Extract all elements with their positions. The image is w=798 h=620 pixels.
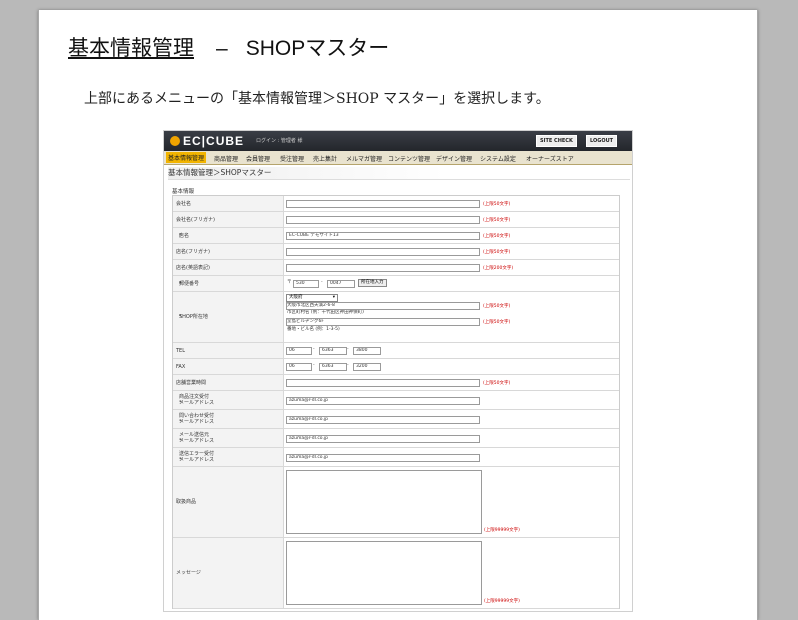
hint-limit: (上限50文字) <box>483 250 511 255</box>
shop-en-input[interactable] <box>286 264 480 272</box>
row-products: 取扱商品 (上限99999文字) <box>173 467 619 538</box>
products-textarea[interactable] <box>286 470 482 534</box>
address1-note: 市区町村名 (例：千代田区神田神保町) <box>287 310 364 315</box>
row-shop-en: 店名(英語表記) (上限200文字) <box>173 260 619 276</box>
chevron-down-icon: ▾ <box>332 295 335 300</box>
zip-separator: - <box>321 280 323 285</box>
site-check-button[interactable]: SITE CHECK <box>536 135 577 147</box>
address2-input[interactable] <box>286 318 480 326</box>
hint-limit: (上限50文字) <box>483 218 511 223</box>
fax1-input[interactable]: 06 <box>286 363 312 371</box>
prefecture-select[interactable]: 大阪府 ▾ <box>286 294 338 302</box>
fax-separator: - <box>347 363 349 368</box>
instruction-text: 上部にあるメニューの「基本情報管理＞SHOP マスター」を選択します。 <box>84 91 550 107</box>
zip1-input[interactable]: 530 <box>293 280 319 288</box>
label-hours: 店舗営業時間 <box>176 380 207 386</box>
row-inquiry-email: 問い合わせ受付 メールアドレス * azuma@r-dl.co.jp <box>173 410 619 429</box>
label-shop-kana: 店名(フリガナ) <box>176 249 210 255</box>
label-fax: FAX <box>176 364 186 370</box>
embedded-screenshot: EC|CUBE ログイン : 管理者 様 SITE CHECK LOGOUT 基… <box>163 130 633 612</box>
company-kana-input[interactable] <box>286 216 480 224</box>
app-header: EC|CUBE ログイン : 管理者 様 SITE CHECK LOGOUT <box>164 131 632 151</box>
label-company-name: 会社名 <box>176 201 192 207</box>
fax2-input[interactable]: 6363 <box>319 363 347 371</box>
row-company-name: 会社名 (上限50文字) <box>173 196 619 212</box>
nav-item-contents[interactable]: コンテンツ管理 <box>388 154 430 163</box>
hint-limit: (上限200文字) <box>483 266 514 271</box>
tel1-input[interactable]: 06 <box>286 347 312 355</box>
tel2-input[interactable]: 6363 <box>319 347 347 355</box>
row-zip: 郵便番号 * 〒 530 - 0047 所在地入力 <box>173 276 619 292</box>
label-shop-en: 店名(英語表記) <box>176 265 210 271</box>
hint-limit: (上限99999文字) <box>484 599 520 604</box>
breadcrumb: 基本情報管理＞SHOPマスター <box>168 167 630 180</box>
hint-limit: (上限50文字) <box>483 304 511 309</box>
fax3-input[interactable]: 3200 <box>353 363 381 371</box>
company-name-input[interactable] <box>286 200 480 208</box>
label-company-kana: 会社名(フリガナ) <box>176 217 215 223</box>
nav-item-owners-store[interactable]: オーナーズストア <box>526 154 574 163</box>
row-address: SHOP所在地 * 大阪府 ▾ 大阪市北区西天満2-6-8 市区町村名 (例：千代… <box>173 292 619 343</box>
shop-master-form: 会社名 (上限50文字) 会社名(フリガナ) (上限50文字) 店名 * EC-… <box>172 195 620 609</box>
hint-limit: (上限50文字) <box>483 381 511 386</box>
eccube-logo: EC|CUBE <box>170 134 244 148</box>
tel3-input[interactable]: 3800 <box>353 347 381 355</box>
title-dash: – <box>216 37 228 60</box>
nav-item-products[interactable]: 商品管理 <box>214 154 238 163</box>
address1-input[interactable] <box>286 302 480 310</box>
row-hours: 店舗営業時間 (上限50文字) <box>173 375 619 391</box>
row-message: メッセージ (上限99999文字) <box>173 538 619 609</box>
inquiry-email-input[interactable]: azuma@r-dl.co.jp <box>286 416 480 424</box>
login-status: ログイン : 管理者 様 <box>256 138 303 144</box>
address2-note: 番地・ビル名 (例：1-3-5) <box>287 327 340 332</box>
message-textarea[interactable] <box>286 541 482 605</box>
nav-item-mailmag[interactable]: メルマガ管理 <box>346 154 382 163</box>
document-page: 基本情報管理 – SHOPマスター 上部にあるメニューの「基本情報管理＞SHOP マ… <box>38 10 758 620</box>
shop-name-input[interactable]: EC-CUBE デモサイト13 <box>286 232 480 240</box>
error-email-input[interactable]: azuma@r-dl.co.jp <box>286 454 480 462</box>
label-tel: TEL <box>176 348 185 354</box>
section-heading: 基本情報 <box>172 189 195 195</box>
address-lookup-button[interactable]: 所在地入力 <box>358 279 387 287</box>
row-tel: TEL 06 - 6363 - 3800 <box>173 343 619 359</box>
hint-limit: (上限50文字) <box>483 234 511 239</box>
nav-item-sales[interactable]: 売上集計 <box>313 154 337 163</box>
hint-limit: (上限99999文字) <box>484 528 520 533</box>
row-shop-name: 店名 * EC-CUBE デモサイト13 (上限50文字) <box>173 228 619 244</box>
shop-kana-input[interactable] <box>286 248 480 256</box>
logo-mark-icon <box>170 136 180 146</box>
zip2-input[interactable]: 0047 <box>327 280 355 288</box>
row-fax: FAX 06 - 6363 - 3200 <box>173 359 619 375</box>
nav-item-basic-info[interactable]: 基本情報管理 <box>166 152 207 163</box>
title-sub: SHOPマスター <box>245 37 390 60</box>
nav-item-customers[interactable]: 会員管理 <box>246 154 270 163</box>
row-error-email: 送信エラー受付 メールアドレス * azuma@r-dl.co.jp <box>173 448 619 467</box>
hint-limit: (上限50文字) <box>483 320 511 325</box>
zip-mark: 〒 <box>287 280 292 285</box>
page-title: 基本情報管理 – SHOPマスター <box>68 32 389 62</box>
label-message: メッセージ <box>176 570 201 576</box>
fax-separator: - <box>313 363 315 368</box>
row-company-kana: 会社名(フリガナ) (上限50文字) <box>173 212 619 228</box>
nav-item-system[interactable]: システム設定 <box>480 154 516 163</box>
title-main: 基本情報管理 <box>68 37 194 60</box>
main-nav: 基本情報管理 商品管理 会員管理 受注管理 売上集計 メルマガ管理 コンテンツ管… <box>164 151 632 165</box>
tel-separator: - <box>313 347 315 352</box>
label-products: 取扱商品 <box>176 499 197 505</box>
order-email-input[interactable]: azuma@r-dl.co.jp <box>286 397 480 405</box>
hint-limit: (上限50文字) <box>483 202 511 207</box>
row-sender-email: メール送信元 メールアドレス * azuma@r-dl.co.jp <box>173 429 619 448</box>
logout-button[interactable]: LOGOUT <box>586 135 618 147</box>
row-shop-kana: 店名(フリガナ) (上限50文字) <box>173 244 619 260</box>
nav-item-orders[interactable]: 受注管理 <box>280 154 304 163</box>
row-order-email: 商品注文受付 メールアドレス * azuma@r-dl.co.jp <box>173 391 619 410</box>
sender-email-input[interactable]: azuma@r-dl.co.jp <box>286 435 480 443</box>
tel-separator: - <box>347 347 349 352</box>
nav-item-design[interactable]: デザイン管理 <box>436 154 472 163</box>
hours-input[interactable] <box>286 379 480 387</box>
